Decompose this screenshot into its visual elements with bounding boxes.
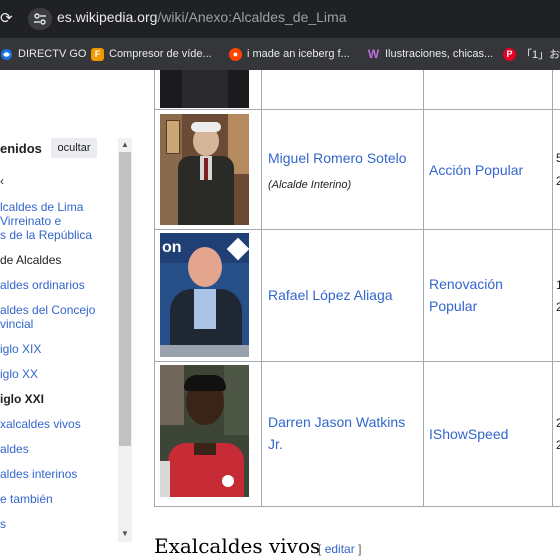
bookmark-label: Ilustraciones, chicas... bbox=[385, 48, 494, 60]
section-heading: Exalcaldes vivos bbox=[154, 534, 321, 558]
table-border bbox=[154, 229, 560, 230]
party-link[interactable]: IShowSpeed bbox=[429, 423, 508, 445]
toc-item[interactable]: aldes bbox=[0, 442, 29, 456]
toc-item[interactable]: iglo XX bbox=[0, 367, 38, 381]
bookmark-compressor[interactable]: F Compresor de víde... bbox=[91, 45, 212, 63]
term-start-partial: 5 bbox=[556, 151, 560, 165]
bookmark-directv[interactable]: DIRECTV GO bbox=[0, 45, 86, 63]
edit-bracket-close: ] bbox=[358, 542, 362, 556]
directv-icon bbox=[0, 48, 13, 61]
toc-item[interactable]: aldes del Concejo bbox=[0, 303, 95, 317]
mayor-name-link[interactable]: Rafael López Aliaga bbox=[268, 284, 393, 306]
table-border bbox=[154, 70, 155, 507]
bookmark-illustrations[interactable]: W Ilustraciones, chicas... bbox=[367, 45, 493, 63]
reload-icon[interactable]: ⟳ bbox=[0, 9, 13, 27]
term-start-partial: 1 bbox=[556, 278, 560, 292]
table-border bbox=[154, 506, 560, 507]
browser-chrome: ⟳ es.wikipedia.org/wiki/Anexo:Alcaldes_d… bbox=[0, 0, 560, 70]
table-border bbox=[552, 70, 553, 507]
toc-item[interactable]: xalcaldes vivos bbox=[0, 417, 81, 431]
bookmark-reddit[interactable]: ● i made an iceberg f... bbox=[229, 45, 350, 63]
party-link[interactable]: Acción Popular bbox=[429, 159, 523, 181]
url-path: /wiki/Anexo:Alcaldes_de_Lima bbox=[157, 9, 347, 25]
toc-item[interactable]: aldes ordinarios bbox=[0, 278, 85, 292]
toc-item[interactable]: s bbox=[0, 517, 6, 531]
toc-item[interactable]: aldes interinos bbox=[0, 467, 77, 481]
url-host: es.wikipedia.org bbox=[57, 9, 158, 25]
site-settings-icon bbox=[34, 13, 46, 25]
toc-item-current[interactable]: iglo XXI bbox=[0, 392, 44, 406]
scroll-up-arrow-icon[interactable]: ▲ bbox=[121, 140, 129, 149]
bookmark-pinterest[interactable]: P 「1」おしゃ bbox=[503, 45, 560, 63]
edit-bracket-open: [ bbox=[318, 542, 322, 556]
table-border bbox=[154, 109, 560, 110]
term-end-partial: 2 bbox=[556, 300, 560, 314]
table-border bbox=[423, 70, 424, 507]
toc-hide-button[interactable]: ocultar bbox=[51, 138, 97, 158]
toc-marker: ‹ bbox=[0, 174, 4, 188]
url-text[interactable]: es.wikipedia.org/wiki/Anexo:Alcaldes_de_… bbox=[57, 9, 347, 25]
toc-heading: enidos bbox=[0, 141, 42, 156]
toc-item[interactable]: de Alcaldes bbox=[0, 253, 61, 267]
term-end-partial: 2 bbox=[556, 174, 560, 188]
mayor-note: (Alcalde Interino) bbox=[268, 179, 352, 191]
toc-item[interactable]: e también bbox=[0, 492, 53, 506]
term-end-partial: 2 bbox=[556, 438, 560, 452]
mayor-photo bbox=[160, 365, 249, 497]
mayor-name-link[interactable]: Miguel Romero Sotelo bbox=[268, 147, 407, 169]
scroll-down-arrow-icon[interactable]: ▼ bbox=[121, 529, 129, 538]
bookmark-label: i made an iceberg f... bbox=[247, 48, 350, 60]
pinterest-icon: P bbox=[503, 47, 516, 61]
table-border bbox=[261, 70, 262, 507]
wattpad-like-icon: W bbox=[367, 47, 380, 61]
toc-item[interactable]: vincial bbox=[0, 317, 33, 331]
toc-item[interactable]: iglo XIX bbox=[0, 342, 41, 356]
table-border bbox=[154, 361, 560, 362]
mayor-photo-partial bbox=[160, 70, 249, 108]
mayor-name-link[interactable]: Jr. bbox=[268, 433, 283, 455]
term-start-partial: 2 bbox=[556, 416, 560, 430]
toc-item[interactable]: Virreinato e bbox=[0, 214, 61, 228]
toc-scrollbar-thumb[interactable] bbox=[119, 152, 131, 446]
section-edit: [ editar ] bbox=[318, 542, 361, 556]
bookmarks-bar: DIRECTV GO F Compresor de víde... ● i ma… bbox=[0, 38, 560, 70]
party-link[interactable]: Renovación bbox=[429, 273, 503, 295]
mayor-photo: on bbox=[160, 233, 249, 357]
photo-banner-text: on bbox=[162, 239, 182, 256]
bookmark-label: 「1」おしゃ bbox=[521, 49, 560, 61]
mayor-photo bbox=[160, 114, 249, 225]
address-bar[interactable]: ⟳ es.wikipedia.org/wiki/Anexo:Alcaldes_d… bbox=[0, 0, 560, 38]
compressor-icon: F bbox=[91, 47, 104, 61]
mayor-name-link[interactable]: Darren Jason Watkins bbox=[268, 411, 405, 433]
reddit-icon: ● bbox=[229, 47, 242, 61]
party-link[interactable]: Popular bbox=[429, 295, 477, 317]
bookmark-label: Compresor de víde... bbox=[109, 48, 212, 60]
toc-item[interactable]: s de la República bbox=[0, 228, 92, 242]
edit-link[interactable]: editar bbox=[325, 542, 355, 556]
site-info-button[interactable] bbox=[28, 8, 52, 30]
toc-item[interactable]: lcaldes de Lima bbox=[0, 200, 83, 214]
bookmark-label: DIRECTV GO bbox=[18, 48, 87, 60]
